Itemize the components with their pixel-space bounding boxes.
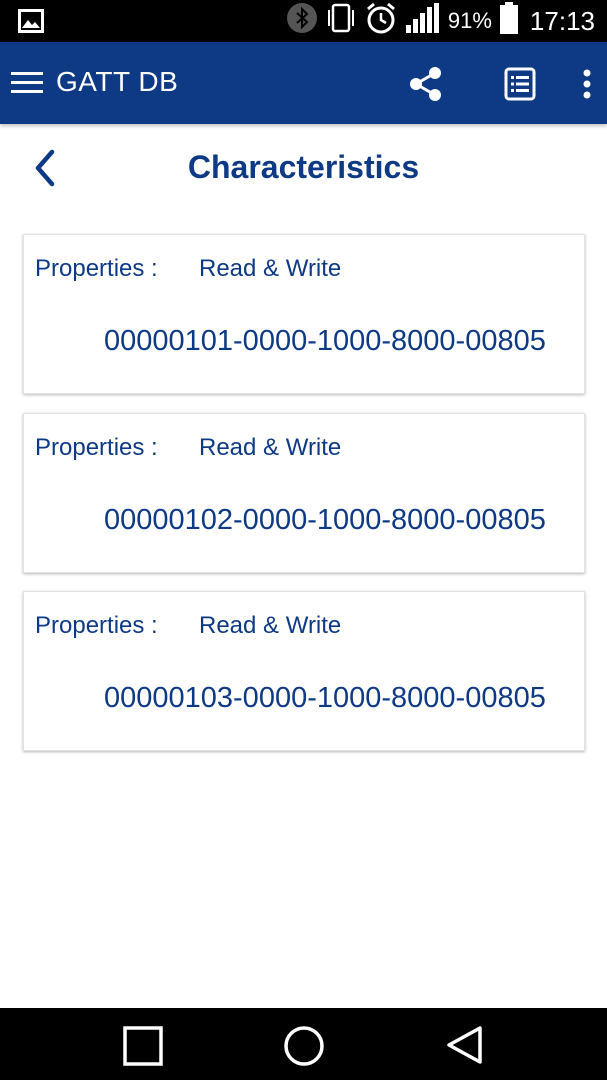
- clock: 17:13: [529, 5, 595, 36]
- vibrate-icon: [326, 2, 356, 41]
- characteristic-card[interactable]: Properties : Read & Write 00000102-0000-…: [23, 413, 585, 573]
- recent-apps-button[interactable]: [122, 1025, 164, 1067]
- alarm-icon: [364, 1, 398, 42]
- status-icons: 91% 17:13: [286, 0, 595, 42]
- hamburger-menu-icon: [11, 72, 43, 93]
- triangle-back-icon: [447, 1026, 482, 1064]
- battery-icon: [499, 1, 518, 41]
- characteristic-card[interactable]: Properties : Read & Write 00000101-0000-…: [23, 234, 585, 394]
- system-back-button[interactable]: [444, 1024, 486, 1066]
- status-bar: 91% 17:13: [0, 0, 607, 42]
- characteristic-uuid: 00000102-0000-1000-8000-00805: [104, 504, 546, 536]
- characteristic-uuid: 00000101-0000-1000-8000-00805: [104, 325, 546, 357]
- bluetooth-icon: [286, 2, 318, 41]
- share-icon: [410, 67, 441, 101]
- properties-label: Properties :: [35, 255, 158, 282]
- battery-percent: 91%: [447, 8, 492, 33]
- properties-value: Read & Write: [199, 612, 342, 639]
- characteristic-uuid: 00000103-0000-1000-8000-00805: [104, 682, 546, 714]
- more-options-button[interactable]: [575, 64, 599, 104]
- back-button[interactable]: [28, 146, 64, 190]
- page-title: Characteristics: [187, 149, 420, 185]
- properties-value: Read & Write: [199, 255, 342, 282]
- circle-icon: [284, 1026, 324, 1066]
- more-vertical-icon: [583, 69, 591, 99]
- list-icon: [504, 67, 536, 101]
- properties-label: Properties :: [35, 434, 158, 461]
- share-button[interactable]: [406, 64, 446, 104]
- properties-label: Properties :: [35, 612, 158, 639]
- app-bar: GATT DB: [0, 42, 607, 124]
- chevron-left-icon: [35, 149, 55, 187]
- app-title: GATT DB: [56, 66, 179, 97]
- home-button[interactable]: [282, 1024, 326, 1068]
- hamburger-menu-button[interactable]: [10, 68, 44, 98]
- page-header: Characteristics: [0, 124, 607, 214]
- square-icon: [123, 1026, 163, 1066]
- gallery-notification-icon: [18, 9, 44, 38]
- log-button[interactable]: [500, 64, 540, 104]
- navigation-bar: [0, 1008, 607, 1080]
- signal-icon: [405, 2, 440, 40]
- properties-value: Read & Write: [199, 434, 342, 461]
- characteristic-card[interactable]: Properties : Read & Write 00000103-0000-…: [23, 591, 585, 751]
